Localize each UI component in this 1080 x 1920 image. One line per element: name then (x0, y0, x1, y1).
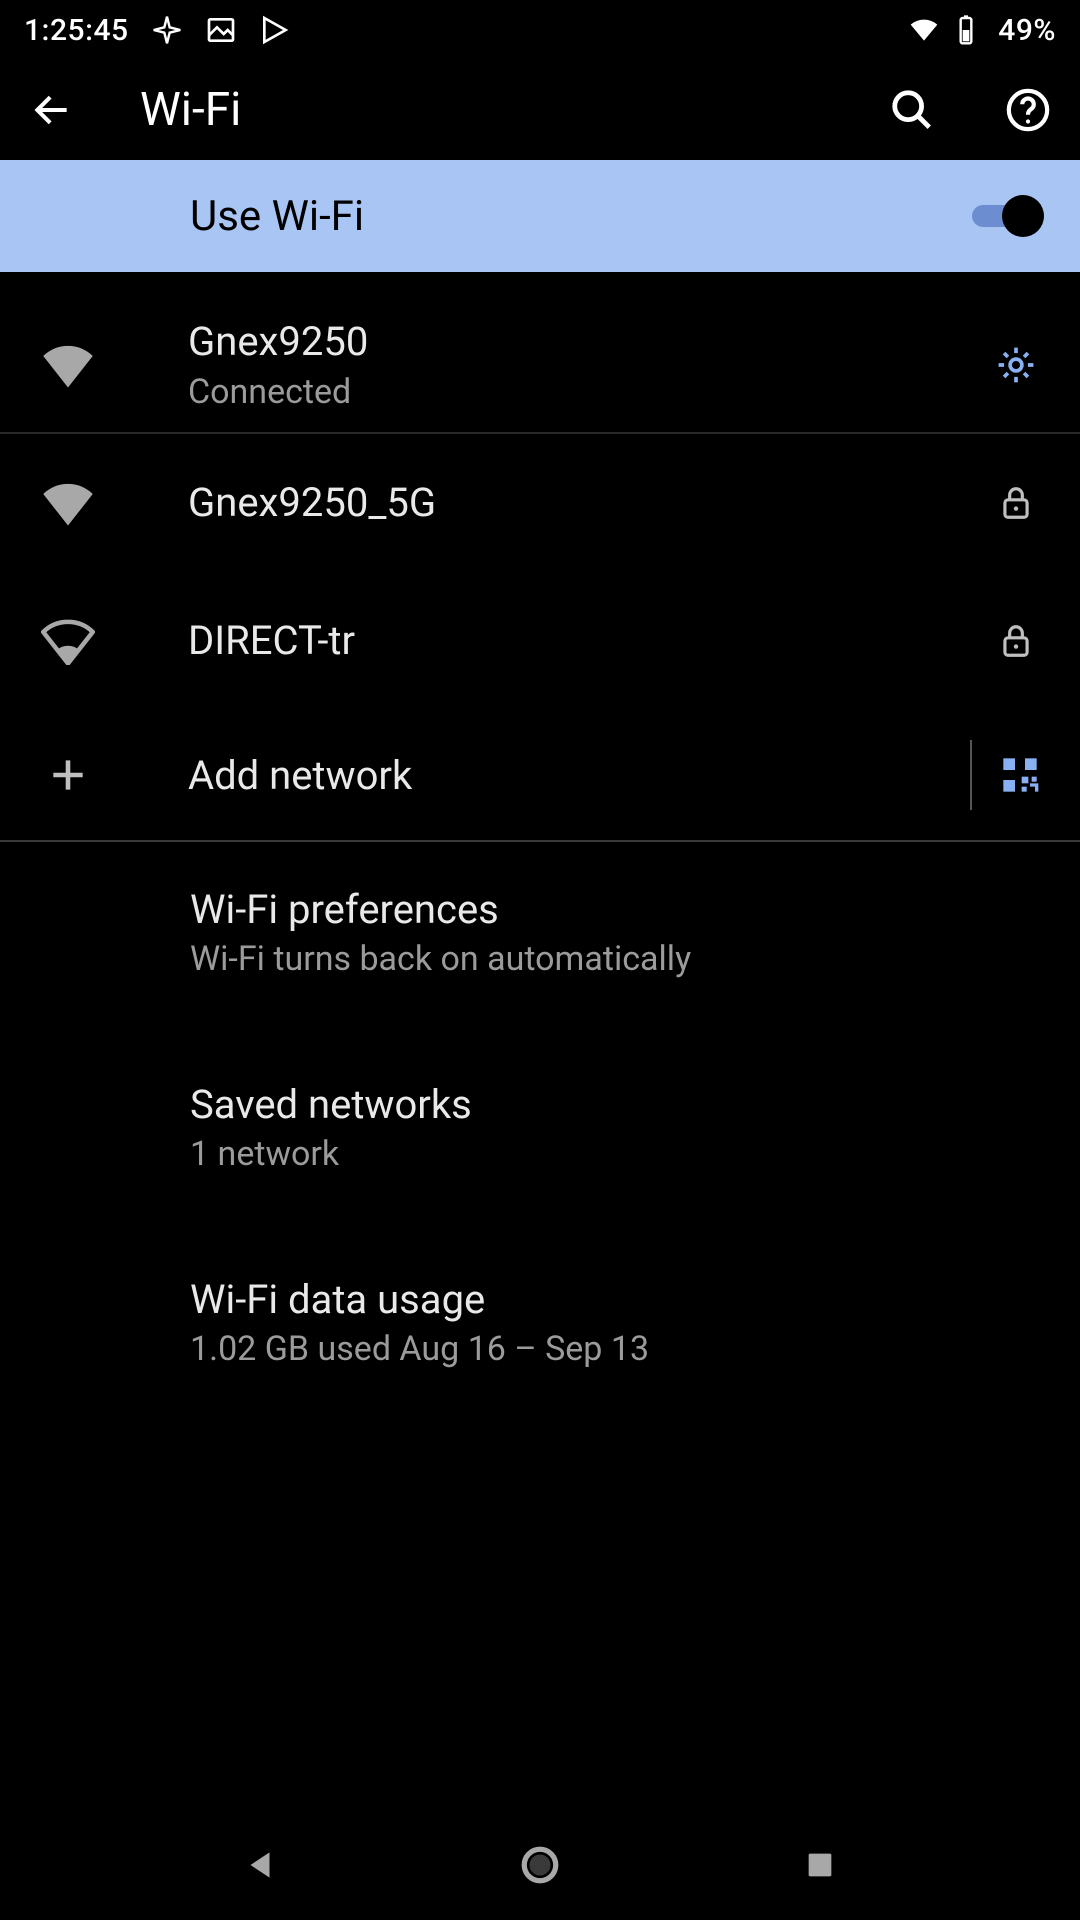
help-button[interactable] (1000, 82, 1056, 138)
navigation-bar (0, 1810, 1080, 1920)
vertical-divider (970, 740, 972, 810)
wifi-preferences-row[interactable]: Wi-Fi preferences Wi-Fi turns back on au… (0, 858, 1080, 1007)
status-bar: 1:25:45 49% (0, 0, 1080, 60)
wifi-signal-full-icon (36, 333, 100, 397)
battery-status-icon (950, 14, 982, 46)
photos-sync-icon (151, 14, 183, 46)
network-ssid: Gnex9250 (188, 318, 988, 366)
nav-home-button[interactable] (510, 1835, 570, 1895)
use-wifi-label: Use Wi-Fi (190, 192, 972, 241)
image-icon (205, 14, 237, 46)
add-network-row[interactable]: Add network (0, 710, 1080, 840)
play-store-icon (259, 14, 291, 46)
setting-title: Saved networks (190, 1081, 1044, 1128)
battery-percent: 49% (998, 13, 1056, 48)
setting-title: Wi-Fi preferences (190, 886, 1044, 933)
network-settings-button[interactable] (988, 337, 1044, 393)
setting-subtitle: Wi-Fi turns back on automatically (190, 939, 1044, 979)
wifi-status-icon (908, 14, 940, 46)
setting-subtitle: 1 network (190, 1134, 1044, 1174)
lock-icon (988, 613, 1044, 669)
wifi-signal-low-icon (36, 609, 100, 673)
setting-title: Wi-Fi data usage (190, 1276, 1044, 1323)
network-ssid: DIRECT-tr (188, 617, 988, 665)
plus-icon (36, 743, 100, 807)
search-button[interactable] (884, 82, 940, 138)
network-list: Gnex9250 Connected Gnex9250_5G DIRECT-tr (0, 272, 1080, 1397)
page-title: Wi-Fi (140, 83, 824, 137)
qr-scan-button[interactable] (996, 751, 1044, 799)
use-wifi-toggle[interactable] (972, 195, 1044, 237)
network-row-connected[interactable]: Gnex9250 Connected (0, 298, 1080, 432)
saved-networks-row[interactable]: Saved networks 1 network (0, 1053, 1080, 1202)
network-ssid: Gnex9250_5G (188, 479, 988, 527)
wifi-data-usage-row[interactable]: Wi-Fi data usage 1.02 GB used Aug 16 – S… (0, 1248, 1080, 1397)
network-row[interactable]: Gnex9250_5G (0, 434, 1080, 572)
setting-subtitle: 1.02 GB used Aug 16 – Sep 13 (190, 1329, 1044, 1369)
add-network-label: Add network (188, 752, 946, 799)
network-status: Connected (188, 372, 988, 412)
wifi-settings-list: Wi-Fi preferences Wi-Fi turns back on au… (0, 842, 1080, 1397)
network-row[interactable]: DIRECT-tr (0, 572, 1080, 710)
lock-icon (988, 475, 1044, 531)
status-time: 1:25:45 (24, 13, 129, 48)
nav-recent-button[interactable] (790, 1835, 850, 1895)
use-wifi-toggle-row[interactable]: Use Wi-Fi (0, 160, 1080, 272)
nav-back-button[interactable] (230, 1835, 290, 1895)
back-button[interactable] (24, 82, 80, 138)
app-bar: Wi-Fi (0, 60, 1080, 160)
wifi-signal-full-icon (36, 471, 100, 535)
